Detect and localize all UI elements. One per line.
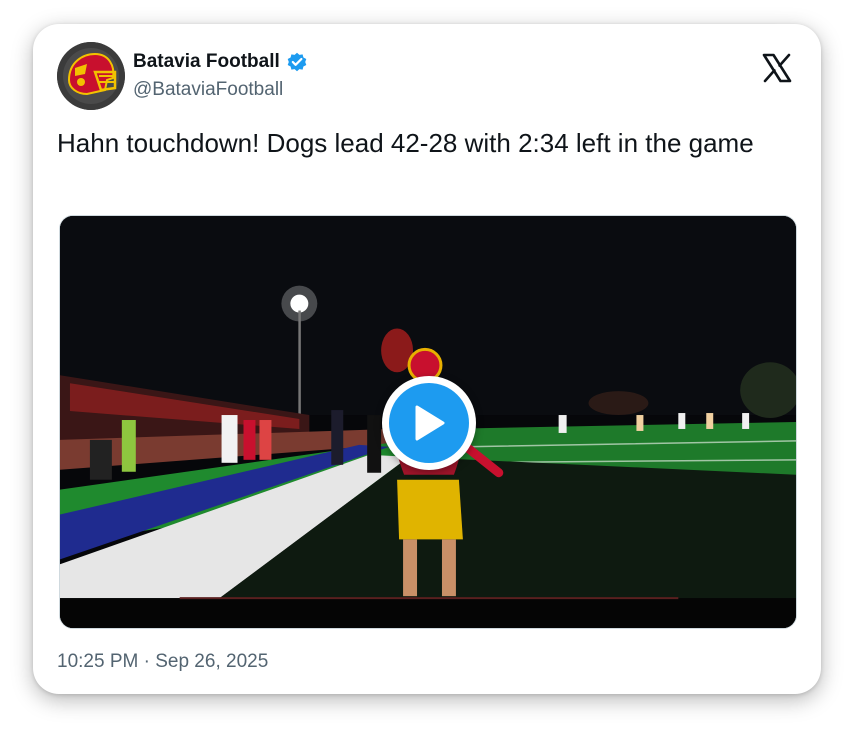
- tweet-header: Batavia Football @BataviaFootball: [57, 42, 797, 112]
- author-display-name[interactable]: Batavia Football: [133, 51, 280, 73]
- tweet-card[interactable]: Batavia Football @BataviaFootball Hahn t…: [33, 24, 821, 694]
- tweet-time[interactable]: 10:25 PM: [57, 651, 138, 672]
- video-player[interactable]: [59, 215, 797, 629]
- play-icon: [415, 405, 445, 441]
- author-avatar[interactable]: [57, 42, 125, 110]
- tweet-date[interactable]: Sep 26, 2025: [155, 651, 268, 672]
- display-name-row: Batavia Football: [133, 50, 308, 74]
- verified-badge-icon: [287, 52, 307, 72]
- tweet-text: Hahn touchdown! Dogs lead 42-28 with 2:3…: [57, 128, 754, 158]
- play-button[interactable]: [382, 376, 476, 470]
- timestamp-separator: ·: [143, 651, 150, 672]
- play-button-fill: [389, 383, 469, 463]
- tweet-timestamp: 10:25 PM · Sep 26, 2025: [57, 651, 268, 673]
- author-handle[interactable]: @BataviaFootball: [133, 79, 308, 101]
- x-logo-icon[interactable]: [761, 52, 793, 84]
- author-names: Batavia Football @BataviaFootball: [133, 50, 308, 101]
- helmet-logo-avatar-icon: [57, 42, 125, 110]
